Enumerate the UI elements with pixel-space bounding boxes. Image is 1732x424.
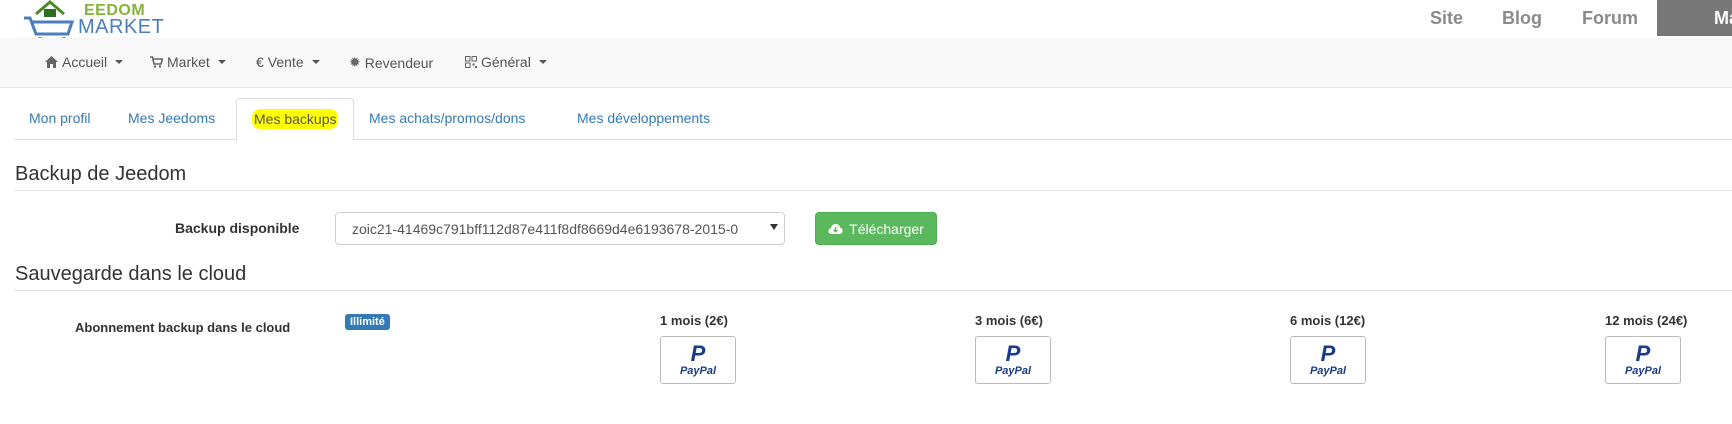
download-button[interactable]: Télécharger — [815, 212, 937, 245]
plan-3-months-label: 3 mois (6€) — [975, 313, 1043, 328]
nav-revendeur-label: Revendeur — [364, 54, 434, 71]
nav-accueil-label: Accueil — [62, 54, 108, 70]
chevron-down-icon — [311, 60, 320, 64]
plan-12-months-label: 12 mois (24€) — [1605, 313, 1688, 328]
chevron-down-icon — [538, 60, 547, 64]
top-header: EEDOM MARKET Site Blog Forum Ma — [0, 0, 1732, 43]
paypal-button-3-months[interactable]: P PayPal — [975, 336, 1051, 384]
cloud-subscription-label: Abonnement backup dans le cloud — [75, 320, 291, 335]
paypal-label: PayPal — [1309, 365, 1347, 377]
paypal-button-6-months[interactable]: P PayPal — [1290, 336, 1366, 384]
paypal-label: PayPal — [994, 365, 1032, 377]
blog-link[interactable]: Blog — [1502, 8, 1542, 29]
backup-select-value: zoic21-41469c791bff112d87e411f8df8669d4e… — [352, 221, 739, 237]
nav-vente-label: Vente — [267, 54, 304, 70]
nav-revendeur[interactable]: ✹ Revendeur — [349, 54, 433, 71]
forum-link[interactable]: Forum — [1582, 8, 1638, 29]
nav-vente[interactable]: € Vente — [256, 54, 320, 70]
paypal-icon: P — [690, 341, 706, 366]
tab-mes-achats[interactable]: Mes achats/promos/dons — [354, 98, 540, 140]
dropdown-arrow-icon — [770, 224, 778, 230]
unlimited-badge: Illimité — [345, 314, 390, 330]
paypal-label: PayPal — [679, 365, 717, 377]
qrcode-icon — [465, 56, 477, 68]
cloud-section-title: Sauvegarde dans le cloud — [15, 263, 247, 285]
gear-icon: ✹ — [349, 54, 361, 70]
main-navbar: Accueil Market € Vente ✹ Revendeur Génér… — [0, 38, 1732, 88]
profile-tabs: Mon profil Mes Jeedoms Mes backups Mes a… — [14, 98, 1732, 141]
plan-1-month-label: 1 mois (2€) — [660, 313, 728, 328]
paypal-button-12-months[interactable]: P PayPal — [1605, 336, 1681, 384]
paypal-label: PayPal — [1624, 365, 1662, 377]
tab-mon-profil[interactable]: Mon profil — [14, 98, 105, 140]
site-link[interactable]: Site — [1430, 8, 1463, 29]
nav-general-label: Général — [481, 54, 531, 70]
nav-market[interactable]: Market — [150, 54, 226, 70]
cloud-download-icon — [828, 223, 843, 234]
chevron-down-icon — [115, 60, 124, 64]
divider — [14, 190, 1732, 191]
home-icon — [45, 56, 58, 68]
nav-general[interactable]: Général — [465, 54, 547, 70]
paypal-icon: P — [1635, 341, 1651, 366]
account-menu-button[interactable]: Ma — [1657, 0, 1732, 36]
backup-section-title: Backup de Jeedom — [15, 163, 187, 185]
tab-mes-developpements[interactable]: Mes développements — [562, 98, 725, 140]
nav-market-label: Market — [167, 54, 210, 70]
paypal-icon: P — [1320, 341, 1336, 366]
tab-mes-backups-label: Mes backups — [252, 109, 339, 129]
nav-accueil[interactable]: Accueil — [45, 54, 124, 70]
divider — [14, 290, 1732, 291]
cart-icon — [150, 56, 163, 68]
paypal-icon: P — [1005, 341, 1021, 366]
plan-6-months-label: 6 mois (12€) — [1290, 313, 1366, 328]
euro-icon: € — [256, 54, 264, 70]
backup-select[interactable]: zoic21-41469c791bff112d87e411f8df8669d4e… — [335, 212, 785, 245]
paypal-button-1-month[interactable]: P PayPal — [660, 336, 736, 384]
logo-text-market: MARKET — [78, 16, 165, 38]
download-button-label: Télécharger — [849, 220, 924, 237]
chevron-down-icon — [217, 60, 226, 64]
tab-mes-backups[interactable]: Mes backups — [236, 98, 355, 141]
backup-available-label: Backup disponible — [175, 220, 300, 236]
tab-mes-jeedoms[interactable]: Mes Jeedoms — [113, 98, 230, 140]
